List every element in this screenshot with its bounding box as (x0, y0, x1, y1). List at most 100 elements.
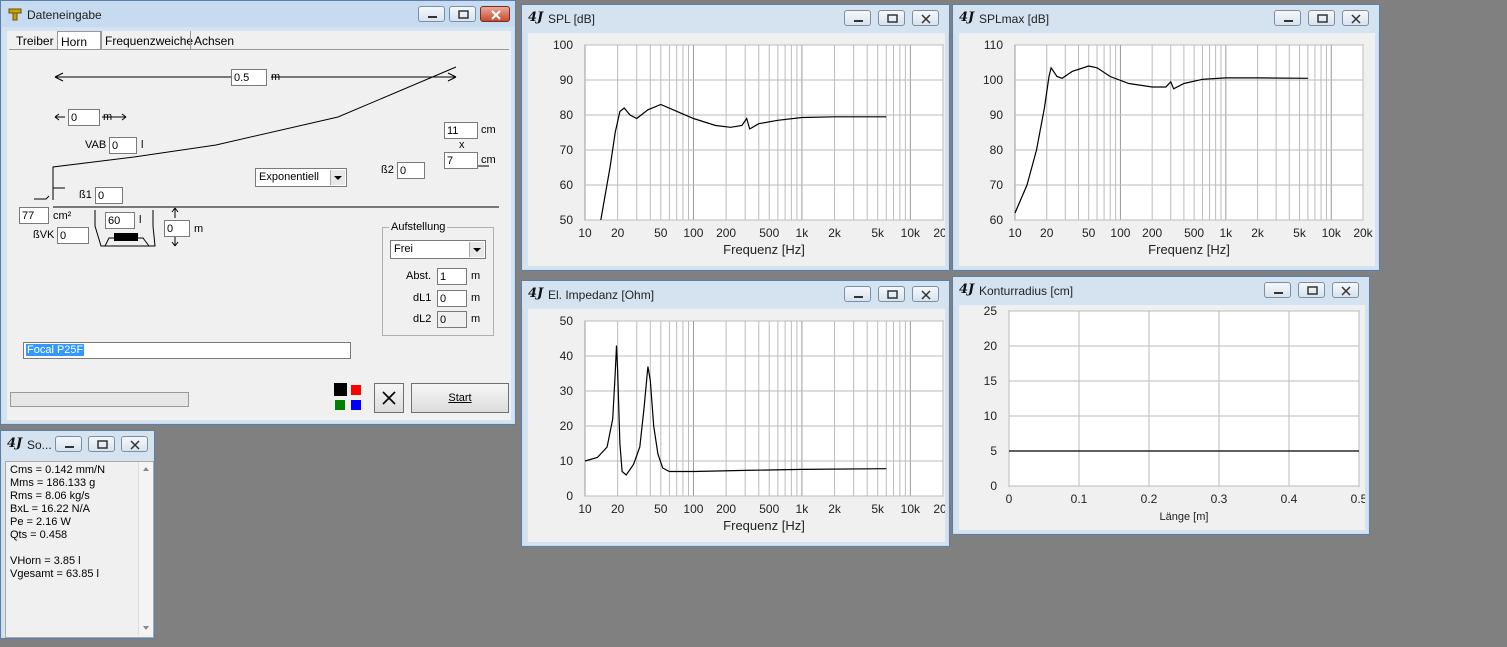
horn-length-field[interactable] (231, 69, 267, 86)
summary-title: So... (27, 438, 52, 452)
chart-titlebar[interactable]: 4J SPL [dB] (522, 5, 949, 31)
chart-svg: 10 20 50 100 200 500 1k 2k 5k 10k 20k 110 100 90 80 70 6… (983, 38, 1374, 257)
dateneingabe-titlebar[interactable]: Dateneingabe (1, 1, 515, 27)
x-tick-label: 50 (1082, 226, 1096, 240)
minimize-button[interactable] (844, 286, 871, 302)
chart-window-title: Konturradius [cm] (979, 284, 1074, 298)
x-tick-label: 0 (1006, 492, 1013, 506)
depth-field[interactable] (164, 220, 190, 237)
x-tick-label: 5k (1293, 226, 1307, 240)
vab-field[interactable] (109, 137, 137, 154)
close-button[interactable] (480, 6, 510, 22)
color-swatch-red[interactable] (351, 385, 361, 395)
y-tick-label: 70 (560, 143, 574, 157)
y-tick-label: 25 (984, 305, 998, 318)
spl-window: 4J SPL [dB] 1020501002005001k2k5k10k20k1… (521, 4, 950, 271)
y-tick-label: 90 (990, 108, 1004, 122)
color-swatch-green[interactable] (335, 400, 345, 410)
abst-field[interactable] (437, 268, 467, 285)
app-icon (8, 7, 22, 21)
b1-field[interactable] (95, 187, 123, 204)
maximize-button[interactable] (1298, 282, 1325, 298)
minimize-button[interactable] (844, 10, 871, 26)
x-axis-label: Frequenz [Hz] (723, 518, 805, 533)
chart-titlebar[interactable]: 4J SPLmax [dB] (953, 5, 1379, 31)
y-tick-label: 10 (560, 454, 574, 468)
vk-field[interactable] (57, 227, 89, 244)
y-tick-label: 15 (984, 374, 998, 388)
chart-titlebar[interactable]: 4J El. Impedanz [Ohm] (522, 281, 949, 307)
x-tick-label: 100 (683, 226, 703, 240)
close-button[interactable] (1332, 282, 1359, 298)
placement-select[interactable]: Frei (390, 240, 486, 259)
x-tick-label: 500 (759, 502, 779, 516)
color-picker[interactable] (334, 383, 364, 413)
y-tick-label: 5 (990, 444, 997, 458)
y-tick-label: 70 (990, 178, 1004, 192)
maximize-button[interactable] (1308, 10, 1335, 26)
summary-line: Qts = 0.458 (10, 529, 68, 541)
splmax-window: 4J SPLmax [dB] 10 20 50 100 200 500 1k 2k 5k 10k 2… (952, 4, 1380, 271)
x-tick-label: 500 (1184, 226, 1204, 240)
mouth-height-field[interactable] (444, 152, 478, 169)
x-tick-label: 20k (1353, 226, 1373, 240)
y-tick-label: 100 (983, 73, 1003, 87)
mouth-width-field[interactable] (444, 122, 478, 139)
maximize-button[interactable] (878, 286, 905, 302)
maximize-button[interactable] (88, 436, 115, 452)
x-tick-label: 200 (716, 502, 736, 516)
aj-icon: 4J (7, 436, 23, 451)
x-tick-label: 50 (654, 226, 668, 240)
x-tick-label: 100 (1110, 226, 1130, 240)
color-swatch-black[interactable] (334, 383, 347, 396)
x-tick-label: 10 (578, 502, 592, 516)
minimize-button[interactable] (418, 6, 445, 22)
chevron-up-icon[interactable] (139, 462, 153, 476)
cancel-button[interactable] (374, 383, 404, 413)
b2-field[interactable] (397, 162, 425, 179)
tab-treiber[interactable]: Treiber (13, 31, 57, 49)
close-button[interactable] (912, 286, 939, 302)
x-axis-label: Frequenz [Hz] (723, 242, 805, 257)
flare-type-select[interactable]: Exponentiell (255, 168, 347, 187)
tab-frequenzweiche[interactable]: Frequenzweiche (101, 31, 196, 49)
x-tick-label: 10k (1322, 226, 1342, 240)
scrollbar[interactable] (138, 462, 153, 635)
abst-unit: m (471, 270, 481, 282)
x-axis-label: Frequenz [Hz] (1148, 242, 1230, 257)
vol-field[interactable] (105, 212, 135, 229)
chevron-down-icon[interactable] (139, 621, 153, 635)
minimize-button[interactable] (55, 436, 82, 452)
dl1-field[interactable] (437, 290, 467, 307)
close-button[interactable] (1342, 10, 1369, 26)
y-tick-label: 50 (560, 314, 574, 328)
chart-titlebar[interactable]: 4J Konturradius [cm] (953, 277, 1369, 303)
x-tick-label: 5k (871, 226, 885, 240)
y-tick-label: 60 (560, 178, 574, 192)
chart-window-title: SPL [dB] (548, 12, 595, 26)
y-tick-label: 110 (984, 38, 1003, 52)
y-tick-label: 20 (560, 419, 574, 433)
color-swatch-blue[interactable] (351, 400, 361, 410)
maximize-button[interactable] (878, 10, 905, 26)
y-tick-label: 80 (990, 143, 1004, 157)
dl1-unit: m (471, 292, 481, 304)
driver-name-field[interactable]: Focal P25F (23, 342, 351, 359)
vol-unit: l (139, 214, 142, 226)
close-button[interactable] (121, 436, 148, 452)
offset-field[interactable] (68, 109, 100, 126)
x-axis-label: Länge [m] (1160, 511, 1209, 523)
maximize-button[interactable] (449, 6, 476, 22)
b1-label: ß1 (79, 189, 92, 201)
summary-titlebar[interactable]: 4J So... (1, 431, 154, 457)
tab-achsen[interactable]: Achsen (190, 31, 237, 49)
y-tick-label: 20 (984, 339, 998, 353)
minimize-button[interactable] (1264, 282, 1291, 298)
tab-horn[interactable]: Horn (57, 31, 101, 49)
x-tick-label: 200 (716, 226, 736, 240)
throat-area-field[interactable] (19, 207, 49, 224)
close-button[interactable] (912, 10, 939, 26)
y-tick-label: 100 (553, 38, 573, 52)
start-button[interactable]: Start (411, 383, 509, 413)
minimize-button[interactable] (1274, 10, 1301, 26)
